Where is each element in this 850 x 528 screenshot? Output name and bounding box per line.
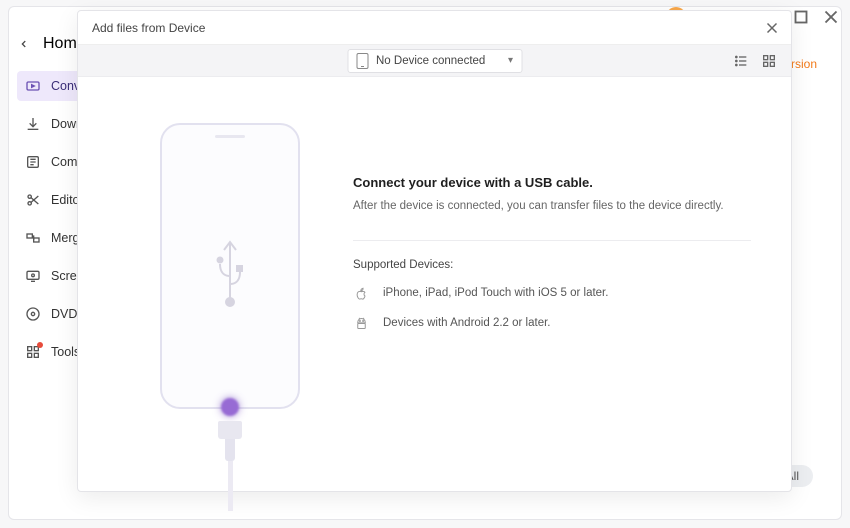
sidebar-item-label: Tools (51, 345, 80, 359)
view-toggles (733, 53, 777, 69)
supported-ios-row: iPhone, iPad, iPod Touch with iOS 5 or l… (353, 285, 751, 301)
connect-instructions: Connect your device with a USB cable. Af… (353, 175, 751, 345)
supported-devices-label: Supported Devices: (353, 259, 751, 271)
device-icon (356, 53, 368, 69)
header-breadcrumb: Home (19, 35, 86, 53)
supported-ios-text: iPhone, iPad, iPod Touch with iOS 5 or l… (383, 287, 608, 299)
grid-view-icon[interactable] (761, 53, 777, 69)
modal-toolbar: No Device connected ▾ (78, 45, 791, 77)
supported-android-text: Devices with Android 2.2 or later. (383, 317, 550, 329)
connect-title: Connect your device with a USB cable. (353, 175, 751, 190)
converter-icon (25, 78, 41, 94)
connect-subtitle: After the device is connected, you can t… (353, 200, 751, 212)
disc-icon (25, 306, 41, 322)
screen-icon (25, 268, 41, 284)
download-icon (25, 116, 41, 132)
cable-plug-icon (218, 421, 242, 511)
list-view-icon[interactable] (733, 53, 749, 69)
add-files-modal: Add files from Device No Device connecte… (77, 10, 792, 492)
close-icon[interactable] (763, 19, 781, 37)
window-close-icon[interactable] (820, 6, 842, 28)
chevron-down-icon: ▾ (508, 55, 513, 66)
supported-android-row: Devices with Android 2.2 or later. (353, 315, 751, 331)
usb-trident-icon (210, 236, 250, 296)
device-select-label: No Device connected (376, 55, 485, 67)
modal-body: Connect your device with a USB cable. Af… (78, 77, 791, 491)
divider (353, 240, 751, 241)
modal-header: Add files from Device (78, 11, 791, 45)
compress-icon (25, 154, 41, 170)
device-select[interactable]: No Device connected ▾ (347, 49, 522, 73)
toolbox-icon (25, 344, 41, 360)
modal-title: Add files from Device (92, 21, 205, 35)
port-glow-icon (221, 398, 239, 416)
back-chevron-icon[interactable] (19, 36, 29, 52)
phone-illustration (160, 123, 300, 409)
window-maximize-icon[interactable] (790, 6, 812, 28)
scissors-icon (25, 192, 41, 208)
merge-icon (25, 230, 41, 246)
apple-icon (353, 285, 369, 301)
android-icon (353, 315, 369, 331)
